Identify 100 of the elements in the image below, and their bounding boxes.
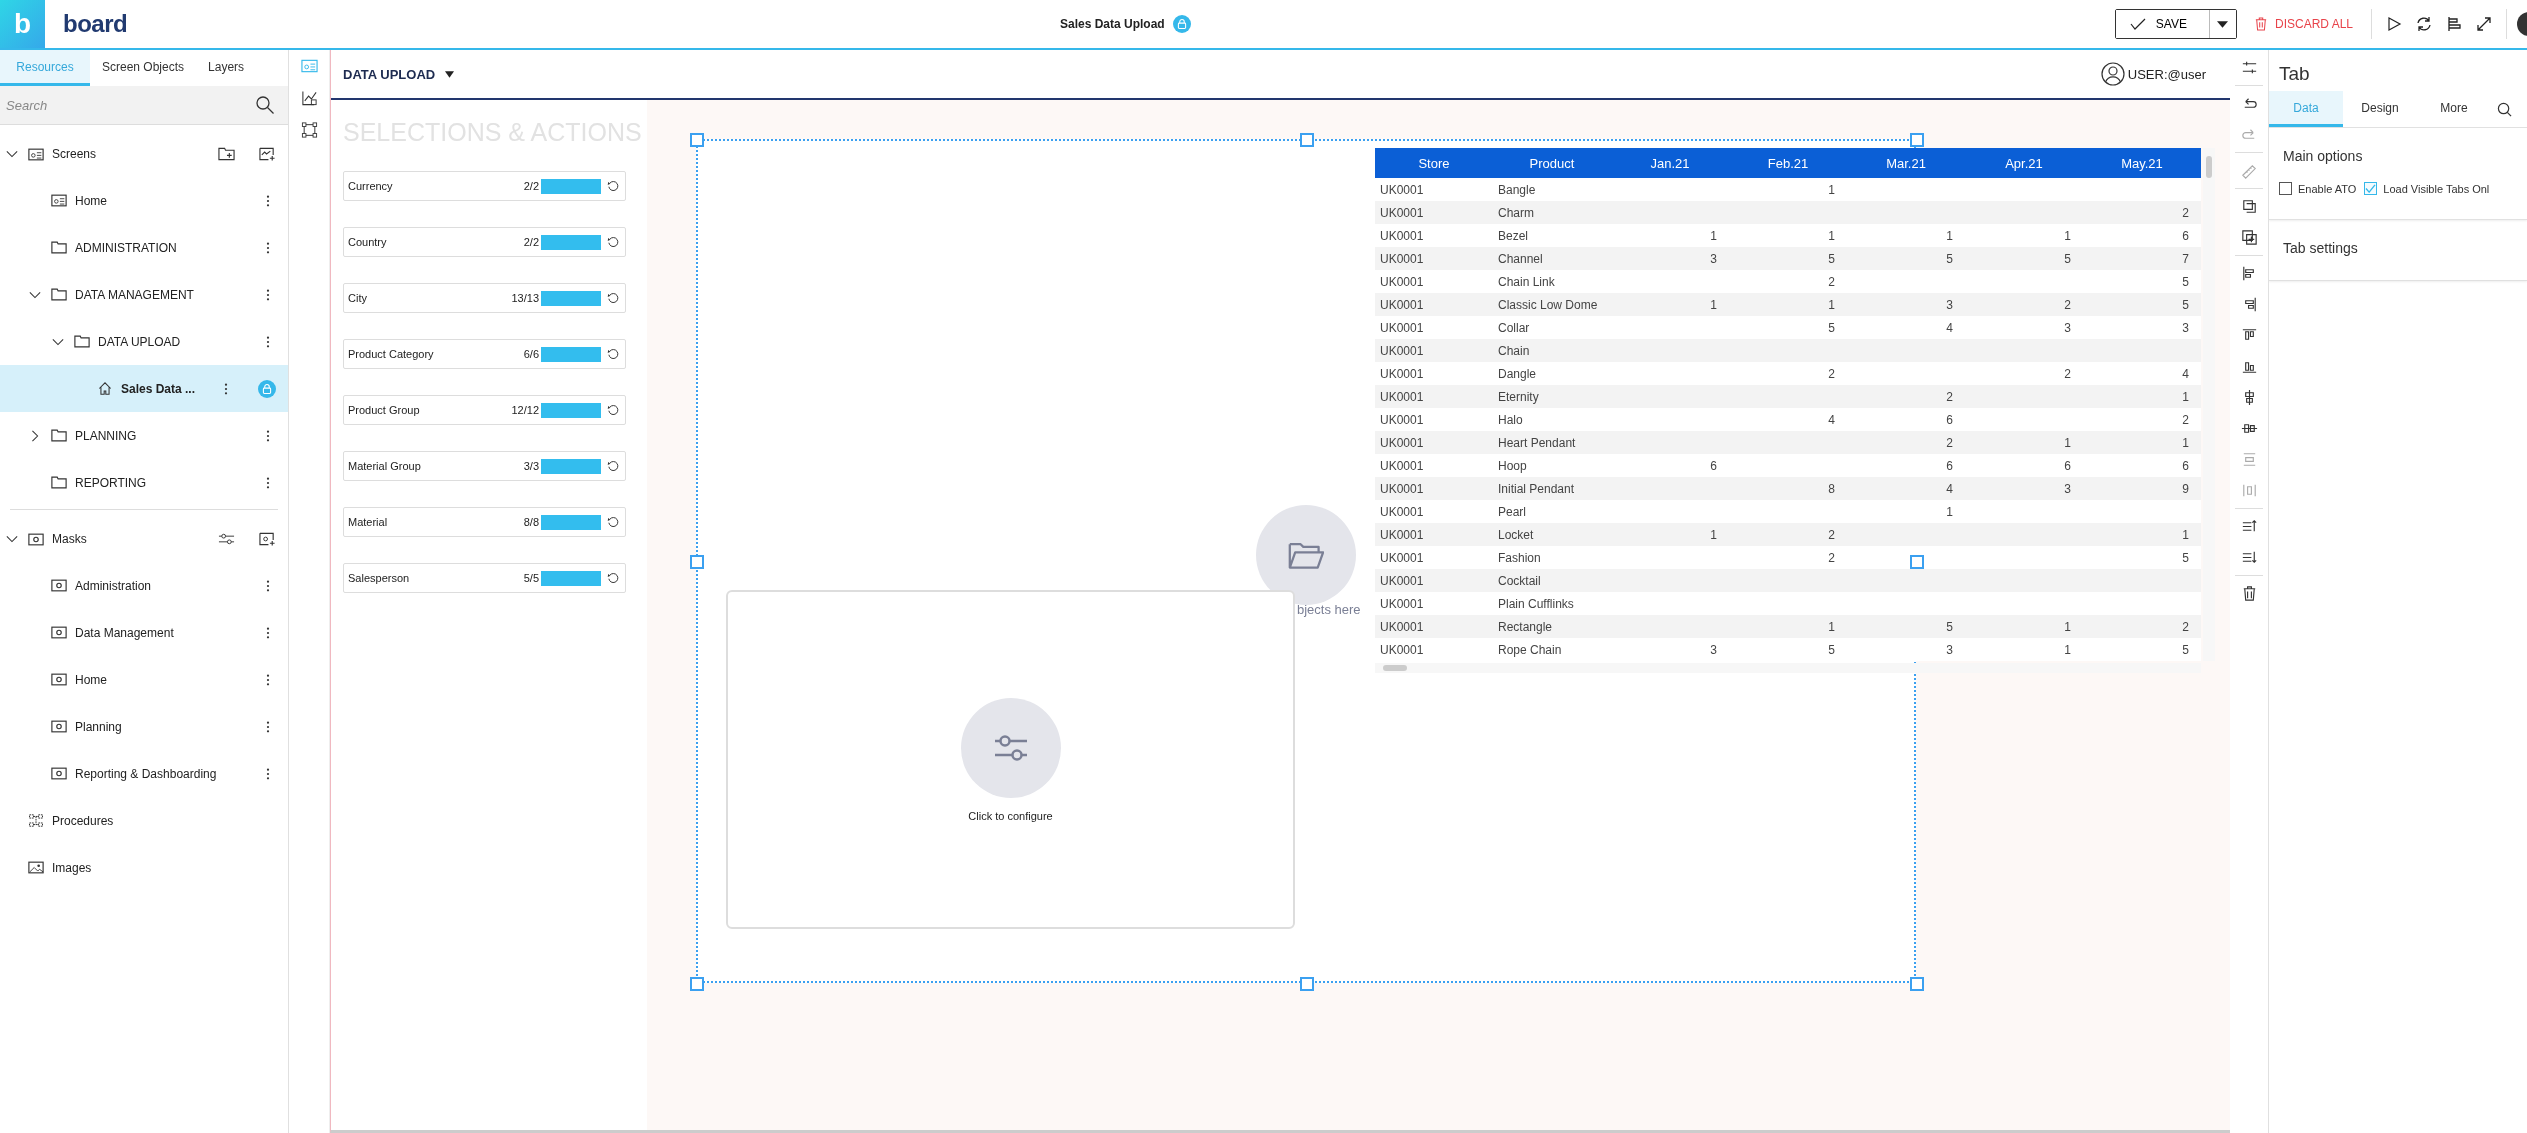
search-icon[interactable]: [2497, 101, 2512, 117]
resize-handle[interactable]: [1300, 977, 1314, 991]
discard-all-button[interactable]: DISCARD ALL: [2250, 17, 2357, 31]
refresh-icon[interactable]: [2416, 16, 2432, 32]
kebab-menu-icon[interactable]: [266, 720, 270, 733]
duplicate-icon[interactable]: [2239, 228, 2259, 247]
reset-icon[interactable]: [607, 404, 619, 416]
selector[interactable]: Salesperson 5/5: [343, 563, 626, 593]
horizontal-scrollbar[interactable]: [1375, 663, 2201, 673]
kebab-menu-icon[interactable]: [266, 476, 270, 489]
reset-icon[interactable]: [607, 292, 619, 304]
reset-icon[interactable]: [607, 236, 619, 248]
column-header[interactable]: Feb.21: [1729, 155, 1847, 171]
column-header[interactable]: May.21: [2083, 155, 2201, 171]
selector[interactable]: Material 8/8: [343, 507, 626, 537]
column-header[interactable]: Product: [1493, 155, 1611, 171]
reset-icon[interactable]: [607, 348, 619, 360]
table-cell-text: 3: [1945, 297, 1954, 312]
expand-icon[interactable]: [2476, 16, 2492, 32]
tree-label: DATA UPLOAD: [98, 334, 181, 349]
tree-item[interactable]: ADMINISTRATION: [0, 224, 288, 271]
tree-item[interactable]: PLANNING: [0, 412, 288, 459]
tree-item[interactable]: REPORTING: [0, 459, 288, 506]
tree-item[interactable]: Reporting & Dashboarding: [0, 750, 288, 797]
checkbox[interactable]: [2279, 182, 2292, 195]
checkbox[interactable]: [2364, 182, 2378, 195]
checkbox-label: Enable ATO: [2298, 182, 2357, 195]
kebab-menu-icon[interactable]: [266, 194, 270, 207]
column-header[interactable]: Store: [1375, 155, 1493, 171]
kebab-menu-icon[interactable]: [266, 335, 270, 348]
selector[interactable]: Material Group 3/3: [343, 451, 626, 481]
table-cell-text: 5: [1827, 320, 1836, 335]
selector[interactable]: Product Category 6/6: [343, 339, 626, 369]
column-header[interactable]: Mar.21: [1847, 155, 1965, 171]
tree-item[interactable]: Home: [0, 656, 288, 703]
resize-handle[interactable]: [1910, 555, 1924, 569]
search-field[interactable]: Search: [0, 86, 288, 125]
kebab-menu-icon[interactable]: [266, 579, 270, 592]
tree-item[interactable]: Planning: [0, 703, 288, 750]
table-cell-text: 5: [1945, 619, 1954, 634]
chevron-icon[interactable]: [29, 429, 41, 442]
add-folder-icon[interactable]: [218, 147, 235, 161]
tree-item[interactable]: DATA MANAGEMENT: [0, 271, 288, 318]
tree-item[interactable]: Images: [0, 844, 288, 891]
section-header[interactable]: Main options: [2283, 148, 2527, 164]
tree-item[interactable]: Data Management: [0, 609, 288, 656]
object-placeholder[interactable]: Click to configure: [726, 590, 1295, 929]
add-mask-icon[interactable]: [259, 532, 276, 546]
tree-item[interactable]: DATA UPLOAD: [0, 318, 288, 365]
search-icon[interactable]: [256, 96, 274, 114]
table-cell-text: UK0001: [1379, 435, 1425, 450]
column-header[interactable]: Apr.21: [1965, 155, 2083, 171]
table-cell-text: 2: [2063, 297, 2072, 312]
reset-icon[interactable]: [607, 460, 619, 472]
tree-item[interactable]: Sales Data ...: [0, 365, 288, 412]
selector[interactable]: City 13/13: [343, 283, 626, 313]
save-button[interactable]: SAVE: [2115, 10, 2210, 38]
tree-item[interactable]: Screens: [0, 131, 288, 177]
folder-icon: [51, 241, 67, 254]
chart-object-icon[interactable]: [300, 90, 318, 106]
table-cell-text: 1: [2181, 527, 2190, 542]
kebab-menu-icon[interactable]: [266, 429, 270, 442]
tree-item[interactable]: Home: [0, 177, 288, 224]
resize-handle[interactable]: [690, 977, 704, 991]
add-screen-icon[interactable]: [259, 147, 276, 161]
resize-handle[interactable]: [690, 133, 704, 147]
chevron-icon[interactable]: [6, 148, 18, 160]
chevron-icon[interactable]: [6, 533, 18, 545]
play-icon[interactable]: [2386, 16, 2402, 32]
tree-item[interactable]: Masks: [0, 516, 288, 562]
selector[interactable]: Country 2/2: [343, 227, 626, 257]
tree-item[interactable]: Procedures: [0, 797, 288, 844]
reset-icon[interactable]: [607, 180, 619, 192]
resize-handle[interactable]: [1910, 133, 1924, 147]
resize-handle[interactable]: [1300, 133, 1314, 147]
user-icon[interactable]: [2100, 62, 2125, 86]
kebab-menu-icon[interactable]: [266, 626, 270, 639]
selector[interactable]: Product Group 12/12: [343, 395, 626, 425]
selector[interactable]: Currency 2/2: [343, 171, 626, 201]
resize-handle[interactable]: [1910, 977, 1924, 991]
kebab-menu-icon[interactable]: [266, 673, 270, 686]
reset-icon[interactable]: [607, 516, 619, 528]
kebab-menu-icon[interactable]: [224, 382, 228, 395]
kebab-menu-icon[interactable]: [266, 288, 270, 301]
vertical-scrollbar[interactable]: [2203, 148, 2215, 661]
tree-item[interactable]: Administration: [0, 562, 288, 609]
kebab-menu-icon[interactable]: [266, 767, 270, 780]
table-cell-text: UK0001: [1379, 619, 1425, 634]
screen-selector[interactable]: DATA UPLOAD: [341, 64, 457, 84]
layout-icon[interactable]: [2446, 16, 2462, 32]
column-header[interactable]: Jan.21: [1611, 155, 1729, 171]
sliders-icon[interactable]: [218, 532, 235, 546]
home-icon: [97, 382, 113, 395]
table-cell-text: 2: [1945, 435, 1954, 450]
reset-icon[interactable]: [607, 572, 619, 584]
table-cell-text: UK0001: [1379, 458, 1425, 473]
kebab-menu-icon[interactable]: [266, 241, 270, 254]
section-header[interactable]: Tab settings: [2283, 240, 2527, 256]
group-icon[interactable]: [300, 122, 318, 138]
resize-handle[interactable]: [690, 555, 704, 569]
